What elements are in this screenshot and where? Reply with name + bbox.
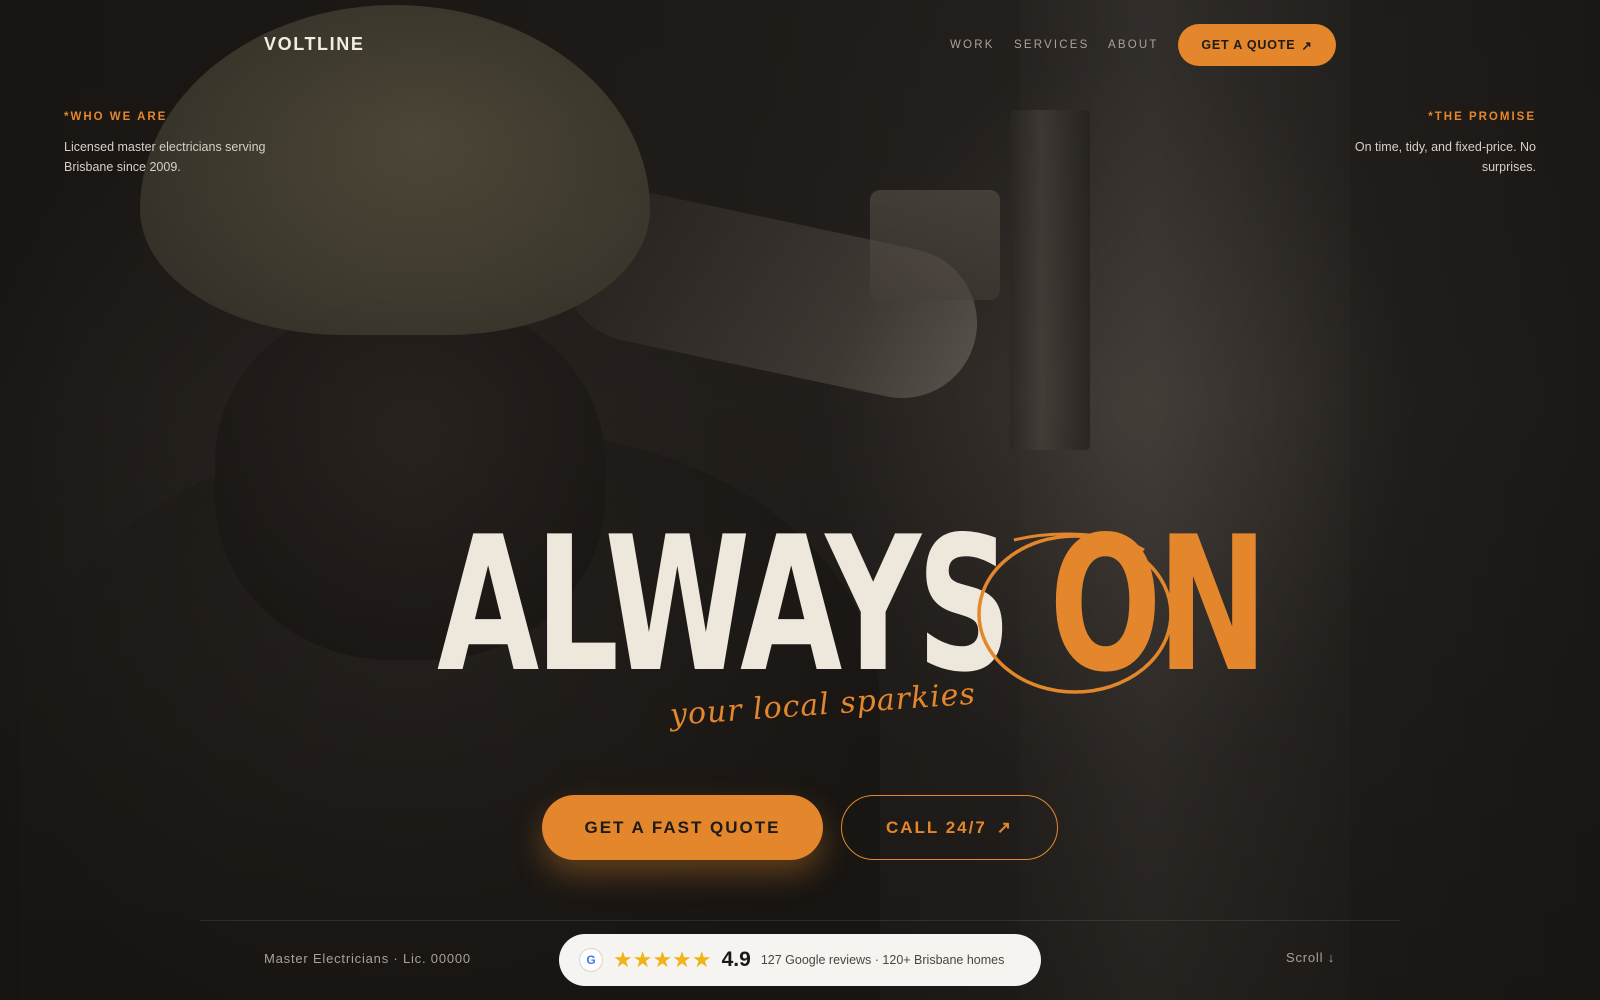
google-reviews-badge[interactable]: G ★★★★★ 4.9 127 Google reviews · 120+ Br…: [559, 934, 1041, 986]
google-icon: G: [579, 948, 603, 972]
call-24-7-label: CALL 24/7: [885, 817, 987, 837]
nav-link-services[interactable]: SERVICES: [1014, 39, 1090, 51]
review-summary: 127 Google reviews · 120+ Brisbane homes: [760, 953, 1005, 967]
who-we-are-text: Licensed master electricians serving Bri…: [64, 140, 266, 174]
call-24-7-button[interactable]: CALL 24/7 ↗: [841, 795, 1058, 860]
license-text: Master Electricians · Lic. 00000: [264, 951, 471, 966]
nav-link-work[interactable]: WORK: [950, 39, 995, 51]
review-rating: 4.9: [721, 948, 751, 971]
get-fast-quote-button[interactable]: GET A FAST QUOTE: [542, 795, 823, 860]
get-a-quote-button[interactable]: GET A QUOTE ↗: [1178, 24, 1336, 66]
get-a-quote-label: GET A QUOTE: [1201, 38, 1296, 52]
top-navigation: VOLTLINE WORK SERVICES ABOUT GET A QUOTE…: [0, 0, 1600, 90]
scroll-indicator[interactable]: Scroll ↓: [1286, 950, 1335, 965]
footer-divider: [200, 920, 1400, 921]
brand-logo[interactable]: VOLTLINE: [264, 34, 364, 55]
who-we-are-eyebrow: *WHO WE ARE: [64, 111, 168, 123]
star-rating-icon: ★★★★★: [613, 947, 712, 972]
nav-link-about[interactable]: ABOUT: [1108, 39, 1159, 51]
arrow-up-right-icon: ↗: [996, 817, 1014, 837]
the-promise-text: On time, tidy, and fixed-price. No surpr…: [1354, 140, 1536, 174]
the-promise-eyebrow: *THE PROMISE: [1428, 111, 1536, 123]
arrow-up-right-icon: ↗: [1301, 38, 1313, 53]
hand-drawn-circle: [977, 532, 1173, 694]
